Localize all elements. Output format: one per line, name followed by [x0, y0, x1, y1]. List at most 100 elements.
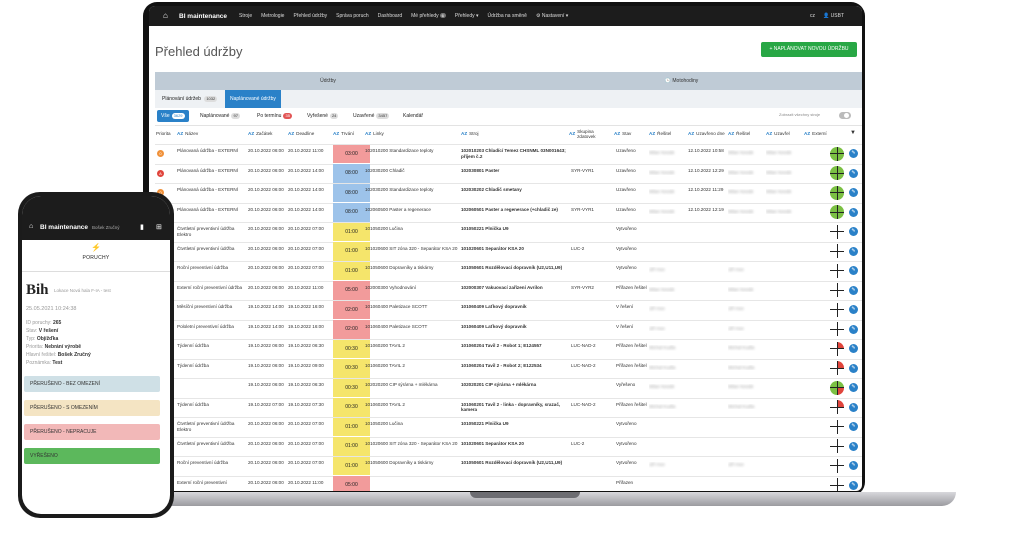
filter-naplanovane[interactable]: Naplánované 97 [196, 110, 244, 122]
fault-status-button[interactable]: VYŘEŠENO [24, 448, 160, 464]
edit-button[interactable]: ✎ [849, 149, 858, 158]
nav-item-dashboard[interactable]: Dashboard [378, 13, 402, 19]
status-gauge-icon [830, 361, 844, 375]
laptop-screen: ⌂ BI maintenance Stroje Metrologie Přehl… [149, 6, 862, 491]
row-person: Michal Kudla [728, 403, 755, 409]
edit-button[interactable]: ✎ [849, 422, 858, 431]
row-machine: 101050601 Rozdělovací dopravník (U2,U11,… [461, 460, 563, 465]
status-gauge-icon [830, 478, 844, 491]
nav-item-nastaveni[interactable]: ⚙ Nastavení ▾ [536, 13, 568, 19]
row-group: LUC-NAD-2 [571, 343, 596, 348]
filter-icon[interactable]: ▼ [850, 124, 858, 143]
row-name: Čtvrtletní preventivní údržba [177, 245, 235, 251]
bookmark-icon[interactable]: ▮ [140, 223, 144, 231]
status-gauge-icon [830, 341, 844, 356]
tab-planovani-udrzeb[interactable]: Plánování údržeb 1032 [157, 90, 222, 108]
row-person: Milan Novák [766, 189, 792, 194]
nav-item-stroje[interactable]: Stroje [239, 13, 252, 19]
new-maintenance-button[interactable]: + NAPLÁNOVAT NOVOU ÚDRŽBU [761, 42, 857, 57]
col-resitel-2[interactable]: AZ Řešitel [728, 124, 766, 143]
show-all-machines-toggle[interactable] [839, 112, 851, 119]
row-person: Jiří Hon [649, 325, 665, 331]
col-stroj[interactable]: AZ Stroj [461, 124, 569, 143]
col-externi[interactable]: AZ Externí [804, 124, 828, 143]
row-closed-date: 12.10.2022 11:29 [688, 187, 724, 192]
fault-status-button[interactable]: PŘERUŠENO - NEPRACUJE [24, 424, 160, 440]
nav-item-udrzba-na-smene[interactable]: Údržba na směně [488, 13, 527, 19]
fault-info-line: Priorita: Nebrání výrobě [26, 344, 81, 350]
edit-button[interactable]: ✎ [849, 285, 858, 295]
col-priorita[interactable]: Priorita [156, 124, 176, 143]
edit-button[interactable]: ✎ [849, 227, 858, 236]
row-name: Pololetní preventivní údržba [177, 323, 234, 329]
row-state: Vytvořeno [616, 460, 637, 465]
edit-button[interactable]: ✎ [849, 266, 858, 275]
edit-button[interactable]: ✎ [849, 305, 858, 314]
user-menu[interactable]: 👤 USBT [823, 13, 844, 19]
nav-item-metrologie[interactable]: Metrologie [261, 13, 284, 19]
row-person: Jiří Hon [728, 267, 744, 272]
col-uzavreno-dne[interactable]: AZ Uzavřeno dne [688, 124, 728, 143]
add-icon[interactable]: ⊞ [156, 223, 162, 231]
row-person: Milan Novák [649, 286, 675, 292]
filter-po-terminu[interactable]: Po termínu 35 [253, 110, 296, 122]
col-deadline[interactable]: AZ Deadline [288, 124, 328, 143]
home-icon[interactable]: ⌂ [163, 11, 173, 21]
col-skupina[interactable]: AZ Skupina zdatovek [569, 124, 613, 143]
edit-button[interactable]: ✎ [849, 383, 858, 392]
col-zacatek[interactable]: AZ Začátek [248, 124, 286, 143]
col-uzavrel[interactable]: AZ Uzavřel [766, 124, 804, 143]
row-closed-date: 12.10.2022 12:19 [688, 206, 724, 212]
col-stav[interactable]: AZ Stav [614, 124, 649, 143]
row-machine: 102020201 CIP sýrárna + mlékárna [461, 382, 537, 387]
row-deadline: 20.10.2022 07:00 [288, 421, 324, 426]
language-switch[interactable]: cz [810, 13, 815, 19]
col-linky[interactable]: AZ Linky [365, 124, 460, 143]
edit-button[interactable]: ✎ [849, 363, 858, 373]
col-nazev[interactable]: AZ Název [177, 124, 247, 143]
row-person: Jiří Hon [728, 462, 744, 467]
filter-vse[interactable]: Vše 3629 [157, 110, 189, 122]
row-person: Milan Novák [766, 208, 792, 214]
row-machine: 101050601 Rozdělovací dopravník (U2,U11,… [461, 265, 563, 270]
tab-naplanovane-udrzby[interactable]: Naplánované údržby [225, 90, 281, 108]
fault-info-value: Nebrání výrobě [44, 344, 82, 350]
edit-button[interactable]: ✎ [849, 246, 858, 256]
row-name: Plánovaná údržba - EXTERNÍ [177, 148, 239, 153]
phone-brand[interactable]: BI maintenance [40, 224, 88, 231]
fault-status-button[interactable]: PŘERUŠENO - S OMEZENÍM [24, 400, 160, 416]
row-deadline: 19.10.2022 06:30 [288, 382, 324, 387]
row-person: Milan Novák [649, 384, 675, 389]
filter-kalendar[interactable]: Kalendář [399, 110, 427, 122]
row-name: Týdenní údržba [177, 401, 209, 407]
row-start: 19.10.2022 06:00 [248, 343, 284, 348]
col-resitel[interactable]: AZ Řešitel [649, 124, 687, 143]
row-start: 20.10.2022 06:00 [248, 460, 284, 465]
fault-info-line: ID poruchy: 265 [26, 320, 61, 326]
edit-button[interactable]: ✎ [849, 207, 858, 217]
filter-vyresene[interactable]: Vyřešené 24 [303, 110, 342, 122]
edit-button[interactable]: ✎ [849, 480, 858, 490]
row-line: 101060400 Paletizace SCOTT [365, 304, 428, 309]
edit-button[interactable]: ✎ [849, 461, 858, 470]
home-icon[interactable]: ⌂ [29, 223, 33, 230]
row-machine: 102030801 Paster [461, 167, 500, 173]
nav-item-me-prehledy[interactable]: Mé přehledy 6 [411, 13, 446, 19]
fault-status-button[interactable]: PŘERUŠENO - BEZ OMEZENÍ [24, 376, 160, 392]
fault-info-line: Hlavní řešitel: Bošek Zručný [26, 352, 91, 358]
edit-button[interactable]: ✎ [849, 344, 858, 353]
filter-uzavrene[interactable]: Uzavřené 3457 [349, 110, 393, 122]
row-person: Milan Novák [728, 189, 754, 194]
nav-item-prehledy[interactable]: Přehledy ▾ [455, 13, 479, 19]
row-deadline: 20.10.2022 07:00 [288, 245, 324, 251]
edit-button[interactable]: ✎ [849, 188, 858, 197]
brand-name[interactable]: BI maintenance [179, 13, 227, 20]
edit-button[interactable]: ✎ [849, 324, 858, 334]
row-person: Milan Novák [766, 169, 792, 175]
edit-button[interactable]: ✎ [849, 402, 858, 412]
nav-item-prehled-udrzby[interactable]: Přehled údržby [293, 13, 327, 19]
edit-button[interactable]: ✎ [849, 441, 858, 451]
edit-button[interactable]: ✎ [849, 168, 858, 178]
row-state: Uzavřeno [616, 187, 636, 192]
nav-item-sprava-poruch[interactable]: Správa poruch [336, 13, 369, 19]
